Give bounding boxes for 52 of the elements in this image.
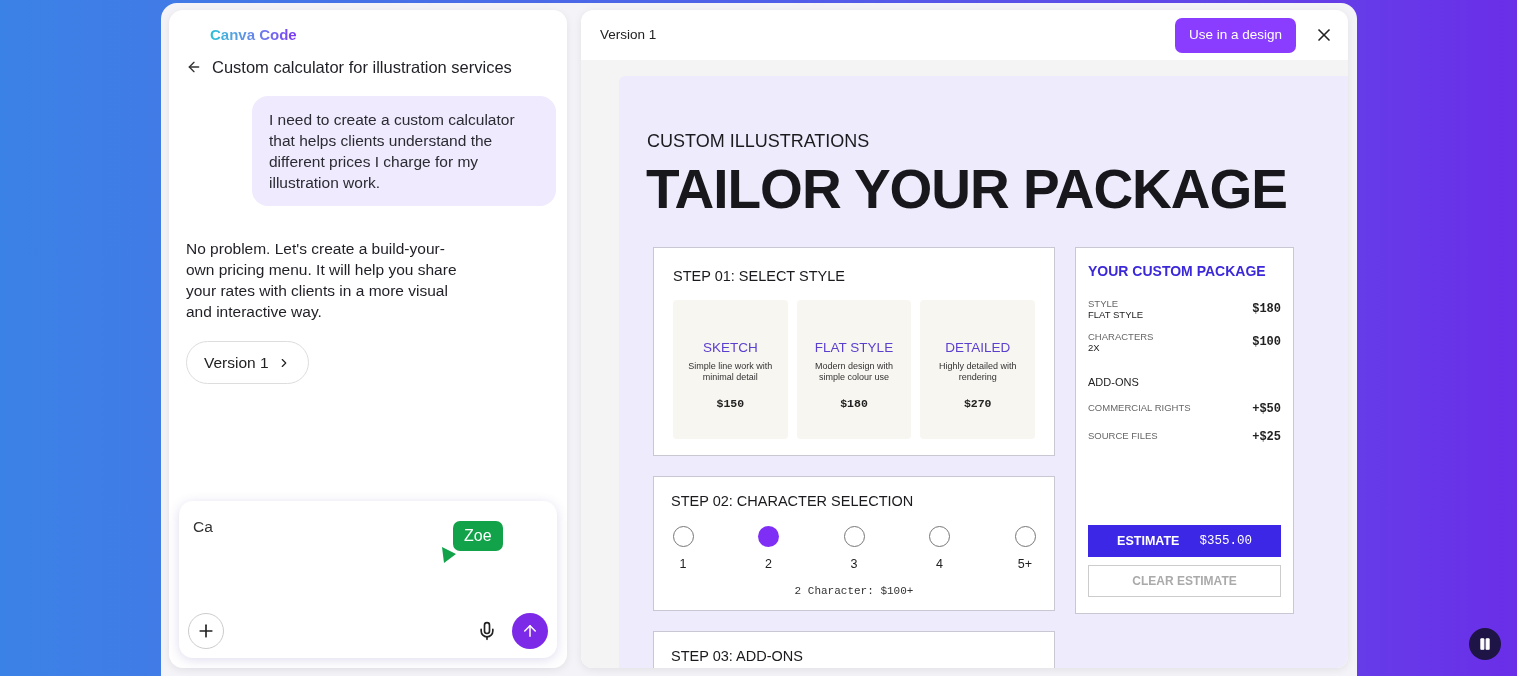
addons-heading: ADD-ONS [1088,375,1140,390]
summary-price: $180 [1252,301,1281,318]
style-option-card[interactable]: DETAILED Highly detailed with rendering $270 [920,299,1035,439]
use-in-design-button[interactable]: Use in a design [1174,17,1296,53]
radio-label: 3 [850,555,858,573]
style-price: $180 [840,396,868,412]
pause-button[interactable] [1469,628,1501,660]
style-price: $270 [963,396,992,412]
style-option-card[interactable]: SKETCH Simple line work with minimal detail $150 [673,299,788,439]
radio-button[interactable] [758,525,779,547]
radio-button[interactable] [929,525,950,547]
estimate-button[interactable]: ESTIMATE $355.00 [1088,525,1281,557]
pointer-icon [440,545,458,565]
radio-label: 5+ [1017,555,1033,573]
radio-label: 4 [936,555,943,573]
step-title: STEP 03: ADD-ONS [671,647,804,666]
addon-label: COMMERCIAL RIGHTS [1088,401,1191,416]
summary-label: STYLE [1088,298,1120,309]
summary-label: CHARACTERS [1088,331,1154,342]
step-title: STEP 01: SELECT STYLE [673,267,846,286]
eyebrow-text: CUSTOM ILLUSTRATIONS [647,130,871,153]
radio-label: 1 [679,555,687,573]
radio-label: 2 [765,555,772,573]
user-message: I need to create a custom calculator that helps clients understand the different prices I charge for my illustration work. [252,96,556,207]
radio-button[interactable] [672,525,694,547]
selection-note: 2 Character: $100+ [793,583,915,599]
style-option-card[interactable]: FLAT STYLE Modern design with simple colour use $180 [796,299,912,439]
radio-button[interactable] [843,525,865,547]
summary-value: 2X [1088,342,1101,353]
style-name: FLAT STYLE [814,338,894,357]
summary-price: $100 [1252,334,1281,351]
addon-price: +$25 [1252,428,1281,446]
style-description: Simple line work with minimal detail [687,361,774,383]
style-price: $150 [716,396,745,412]
microphone-icon[interactable] [477,621,497,641]
summary-title: YOUR CUSTOM PACKAGE [1088,262,1267,281]
addon-label: SOURCE FILES [1088,429,1158,444]
collaborator-cursor-label: Zoe [453,521,503,551]
addon-price: +$50 [1252,400,1281,418]
assistant-message: No problem. Let's create a build-your-own pricing menu. It will help you share your rates with clients in a more visual and interactive way. [186,239,458,323]
style-name: DETAILED [945,338,1011,357]
page-heading: TAILOR YOUR PACKAGE [646,157,1289,221]
style-description: Highly detailed with rendering [937,361,1018,383]
style-description: Modern design with simple colour use [814,361,895,383]
style-name: SKETCH [702,338,758,357]
radio-button[interactable] [1014,525,1036,547]
pause-icon [1478,637,1492,651]
summary-value: FLAT STYLE [1088,309,1144,320]
chat-title: Custom calculator for illustration services [212,56,512,78]
send-button[interactable] [512,613,548,649]
step-title: STEP 02: CHARACTER SELECTION [671,492,915,511]
preview-title: Version 1 [600,25,657,44]
